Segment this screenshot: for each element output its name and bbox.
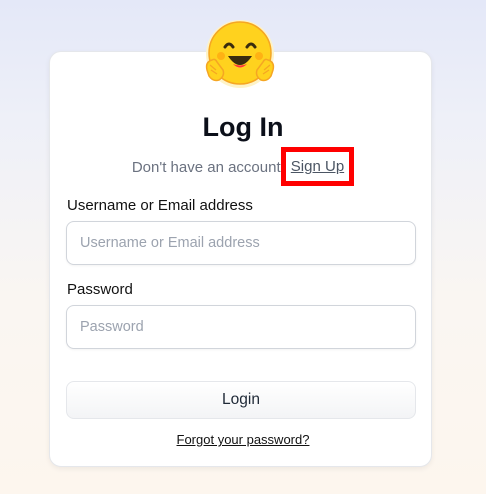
sign-up-link[interactable]: Sign Up [291, 158, 344, 175]
username-label: Username or Email address [67, 197, 253, 214]
hugging-face-emoji-icon [205, 20, 275, 88]
password-label: Password [67, 281, 133, 298]
password-input[interactable] [66, 305, 416, 349]
page-title: Log In [202, 112, 284, 142]
username-input[interactable] [66, 221, 416, 265]
signup-highlight-box: Sign Up [280, 147, 355, 186]
forgot-password-link[interactable]: Forgot your password? [177, 432, 310, 447]
login-button[interactable]: Login [66, 381, 416, 419]
signup-prompt: Don't have an account Sign Up [0, 147, 486, 187]
signup-prompt-text: Don't have an account [131, 159, 281, 176]
forgot-password-row: Forgot your password? [0, 432, 486, 447]
